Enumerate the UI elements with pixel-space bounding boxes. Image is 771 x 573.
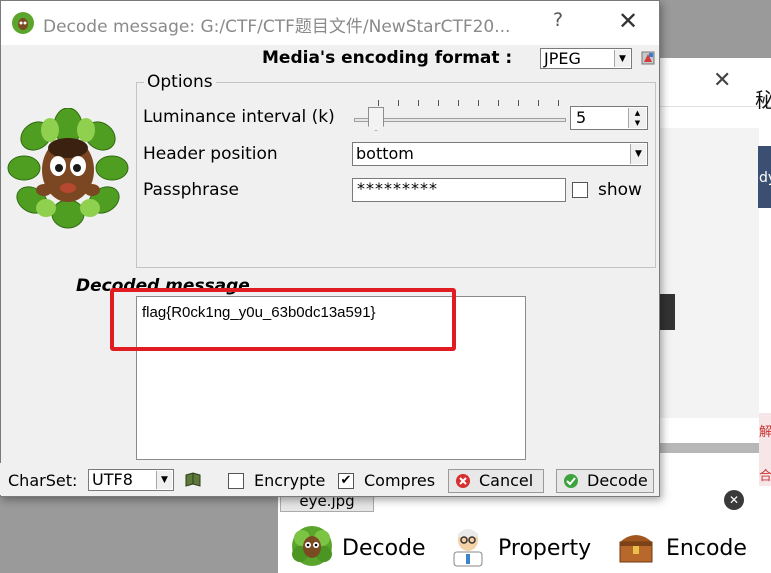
header-position-label: Header position: [143, 144, 278, 164]
format-select[interactable]: JPEG ▼: [540, 48, 632, 69]
background-window-mark-2: 合: [759, 469, 771, 484]
encrypted-label: Encrypte: [254, 471, 326, 490]
spin-down-icon[interactable]: ▼: [628, 118, 646, 128]
luminance-value: 5: [576, 108, 587, 127]
close-button[interactable]: ✕: [615, 7, 641, 37]
dialog-title: Decode message: G:/CTF/CTF题目文件/NewStarCT…: [43, 17, 511, 37]
background-window-close-icon[interactable]: ✕: [713, 68, 731, 93]
luminance-label: Luminance interval (k): [143, 107, 335, 127]
dialog-titlebar[interactable]: Decode message: G:/CTF/CTF题目文件/NewStarCT…: [1, 1, 659, 45]
background-window-titlebar: [641, 58, 771, 107]
show-label: show: [598, 180, 642, 200]
slider-tick: [538, 100, 539, 106]
cancel-label: Cancel: [479, 471, 534, 490]
chevron-down-icon: ▼: [630, 144, 646, 164]
background-window-mark-1: 解: [759, 425, 771, 440]
tab-close-icon[interactable]: ✕: [724, 490, 744, 510]
header-position-value: bottom: [356, 144, 414, 163]
show-checkbox[interactable]: [572, 182, 588, 198]
background-window-side-text: dy: [759, 170, 771, 186]
decode-mascot-icon: [292, 526, 332, 566]
encode-label: Encode: [666, 536, 747, 561]
cancel-icon: [456, 474, 470, 488]
slider-tick: [498, 100, 499, 106]
charset-book-icon[interactable]: [184, 472, 202, 488]
slider-tick: [438, 100, 439, 106]
help-button[interactable]: ?: [547, 9, 569, 35]
checkmark-icon: [564, 474, 578, 488]
passphrase-label: Passphrase: [143, 180, 239, 200]
passphrase-field[interactable]: *********: [352, 178, 566, 202]
compress-checkbox[interactable]: ✔: [338, 473, 354, 489]
slider-tick: [398, 100, 399, 106]
decode-button[interactable]: Decode: [556, 469, 654, 493]
slider-tick: [458, 100, 459, 106]
background-window-title-char: 秘: [755, 88, 771, 112]
slider-tick: [478, 100, 479, 106]
mascot-image: [7, 108, 129, 229]
encrypted-checkbox[interactable]: [228, 473, 244, 489]
property-doctor-icon: [453, 529, 483, 567]
property-label: Property: [498, 536, 592, 561]
decode-label: Decode: [587, 471, 648, 490]
luminance-slider-thumb[interactable]: [368, 107, 384, 131]
app-mascot-icon: [12, 12, 34, 34]
main-decode-label: Decode: [342, 536, 426, 561]
format-label: Media's encoding format :: [262, 48, 513, 68]
charset-select[interactable]: UTF8 ▼: [88, 469, 174, 491]
chevron-down-icon: ▼: [614, 50, 630, 67]
format-value: JPEG: [544, 49, 581, 68]
slider-tick: [378, 100, 379, 106]
slider-tick: [558, 100, 559, 106]
format-info-icon[interactable]: [640, 50, 656, 66]
treasure-chest-icon: [619, 535, 653, 563]
slider-tick: [418, 100, 419, 106]
charset-value: UTF8: [92, 470, 133, 489]
luminance-spinbox[interactable]: 5 ▲ ▼: [570, 106, 648, 130]
compress-label: Compres: [364, 471, 436, 490]
charset-label: CharSet:: [8, 471, 78, 490]
slider-tick: [518, 100, 519, 106]
header-position-select[interactable]: bottom ▼: [352, 142, 648, 166]
chevron-down-icon: ▼: [156, 471, 172, 489]
luminance-slider-track[interactable]: [354, 118, 566, 122]
background-window-sidebar: dy: [758, 146, 771, 208]
highlight-annotation: [110, 288, 456, 351]
cancel-button[interactable]: Cancel: [448, 469, 544, 493]
options-legend: Options: [144, 72, 216, 92]
